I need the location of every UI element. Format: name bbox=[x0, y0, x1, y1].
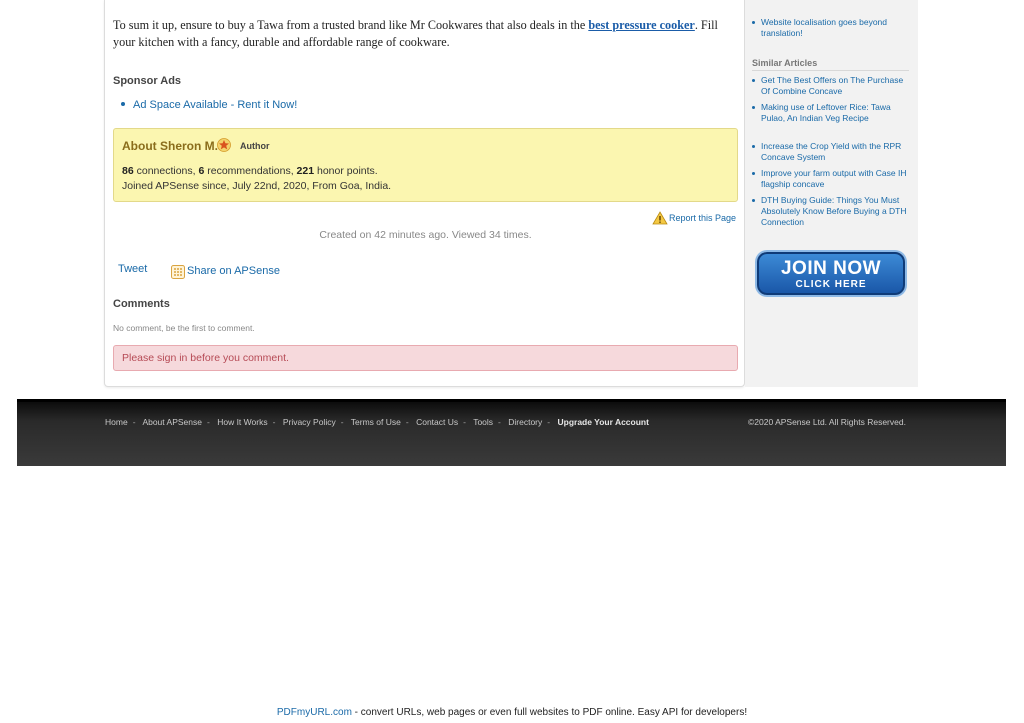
similar-article-link[interactable]: DTH Buying Guide: Things You Must Absolu… bbox=[752, 195, 909, 229]
apsense-share-icon bbox=[171, 265, 185, 279]
author-heading: About Sheron M. bbox=[122, 139, 219, 153]
footer-link-home[interactable]: Home bbox=[105, 417, 128, 427]
pdf-banner: PDFmyURL.com - convert URLs, web pages o… bbox=[276, 707, 748, 718]
footer-link-tools[interactable]: Tools bbox=[473, 417, 493, 427]
similar-article-link[interactable]: Get The Best Offers on The Purchase Of C… bbox=[752, 75, 909, 97]
ad-space-link[interactable]: Ad Space Available - Rent it Now! bbox=[121, 99, 297, 111]
similar-article-link[interactable]: Increase the Crop Yield with the RPR Con… bbox=[752, 141, 909, 163]
sidebar-link-localisation[interactable]: Website localisation goes beyond transla… bbox=[752, 17, 909, 39]
sponsor-ads-heading: Sponsor Ads bbox=[113, 75, 182, 87]
sidebar: Website localisation goes beyond transla… bbox=[745, 0, 918, 387]
signin-notice: Please sign in before you comment. bbox=[113, 345, 738, 371]
author-stats: 86 connections, 6 recommendations, 221 h… bbox=[122, 165, 392, 192]
share-on-apsense-button[interactable]: Share on APSense bbox=[187, 265, 280, 277]
similar-article-link[interactable]: Making use of Leftover Rice: Tawa Pulao,… bbox=[752, 102, 909, 124]
no-comment-text: No comment, be the first to comment. bbox=[113, 323, 255, 333]
comments-heading: Comments bbox=[113, 298, 170, 310]
footer-link-terms[interactable]: Terms of Use bbox=[351, 417, 401, 427]
footer-link-upgrade[interactable]: Upgrade Your Account bbox=[557, 417, 648, 427]
tweet-button[interactable]: Tweet bbox=[118, 263, 147, 275]
footer-link-privacy[interactable]: Privacy Policy bbox=[283, 417, 336, 427]
footer-link-contact[interactable]: Contact Us bbox=[416, 417, 458, 427]
author-badge: Author bbox=[240, 141, 270, 151]
author-name-link[interactable]: Sheron M. bbox=[160, 139, 218, 153]
footer: Home - About APSense - How It Works - Priva… bbox=[17, 399, 1006, 466]
pdfmyurl-link[interactable]: PDFmyURL.com bbox=[277, 707, 352, 718]
footer-link-about[interactable]: About APSense bbox=[142, 417, 202, 427]
join-now-button[interactable]: JOIN NOW CLICK HERE bbox=[757, 252, 905, 295]
footer-link-how-it-works[interactable]: How It Works bbox=[217, 417, 267, 427]
article-conclusion: To sum it up, ensure to buy a Tawa from … bbox=[113, 18, 718, 49]
similar-articles-heading: Similar Articles bbox=[752, 58, 909, 71]
author-box: About Sheron M. Author 86 connections, 6… bbox=[113, 128, 738, 202]
report-page-link[interactable]: Report this Page bbox=[669, 213, 736, 223]
copyright-text: ©2020 APSense Ltd. All Rights Reserved. bbox=[748, 417, 906, 427]
created-info: Created on 42 minutes ago. Viewed 34 tim… bbox=[319, 229, 532, 241]
similar-article-link[interactable]: Improve your farm output with Case IH fl… bbox=[752, 168, 909, 190]
article-card: To sum it up, ensure to buy a Tawa from … bbox=[104, 0, 745, 387]
footer-link-directory[interactable]: Directory bbox=[508, 417, 542, 427]
warning-icon bbox=[652, 211, 668, 225]
bullet-icon bbox=[121, 102, 125, 107]
author-joined: Joined APSense since, July 22nd, 2020, F… bbox=[122, 180, 392, 192]
footer-links: Home - About APSense - How It Works - Priva… bbox=[105, 417, 649, 427]
best-pressure-cooker-link[interactable]: best pressure cooker bbox=[588, 18, 695, 32]
star-icon bbox=[217, 138, 231, 152]
